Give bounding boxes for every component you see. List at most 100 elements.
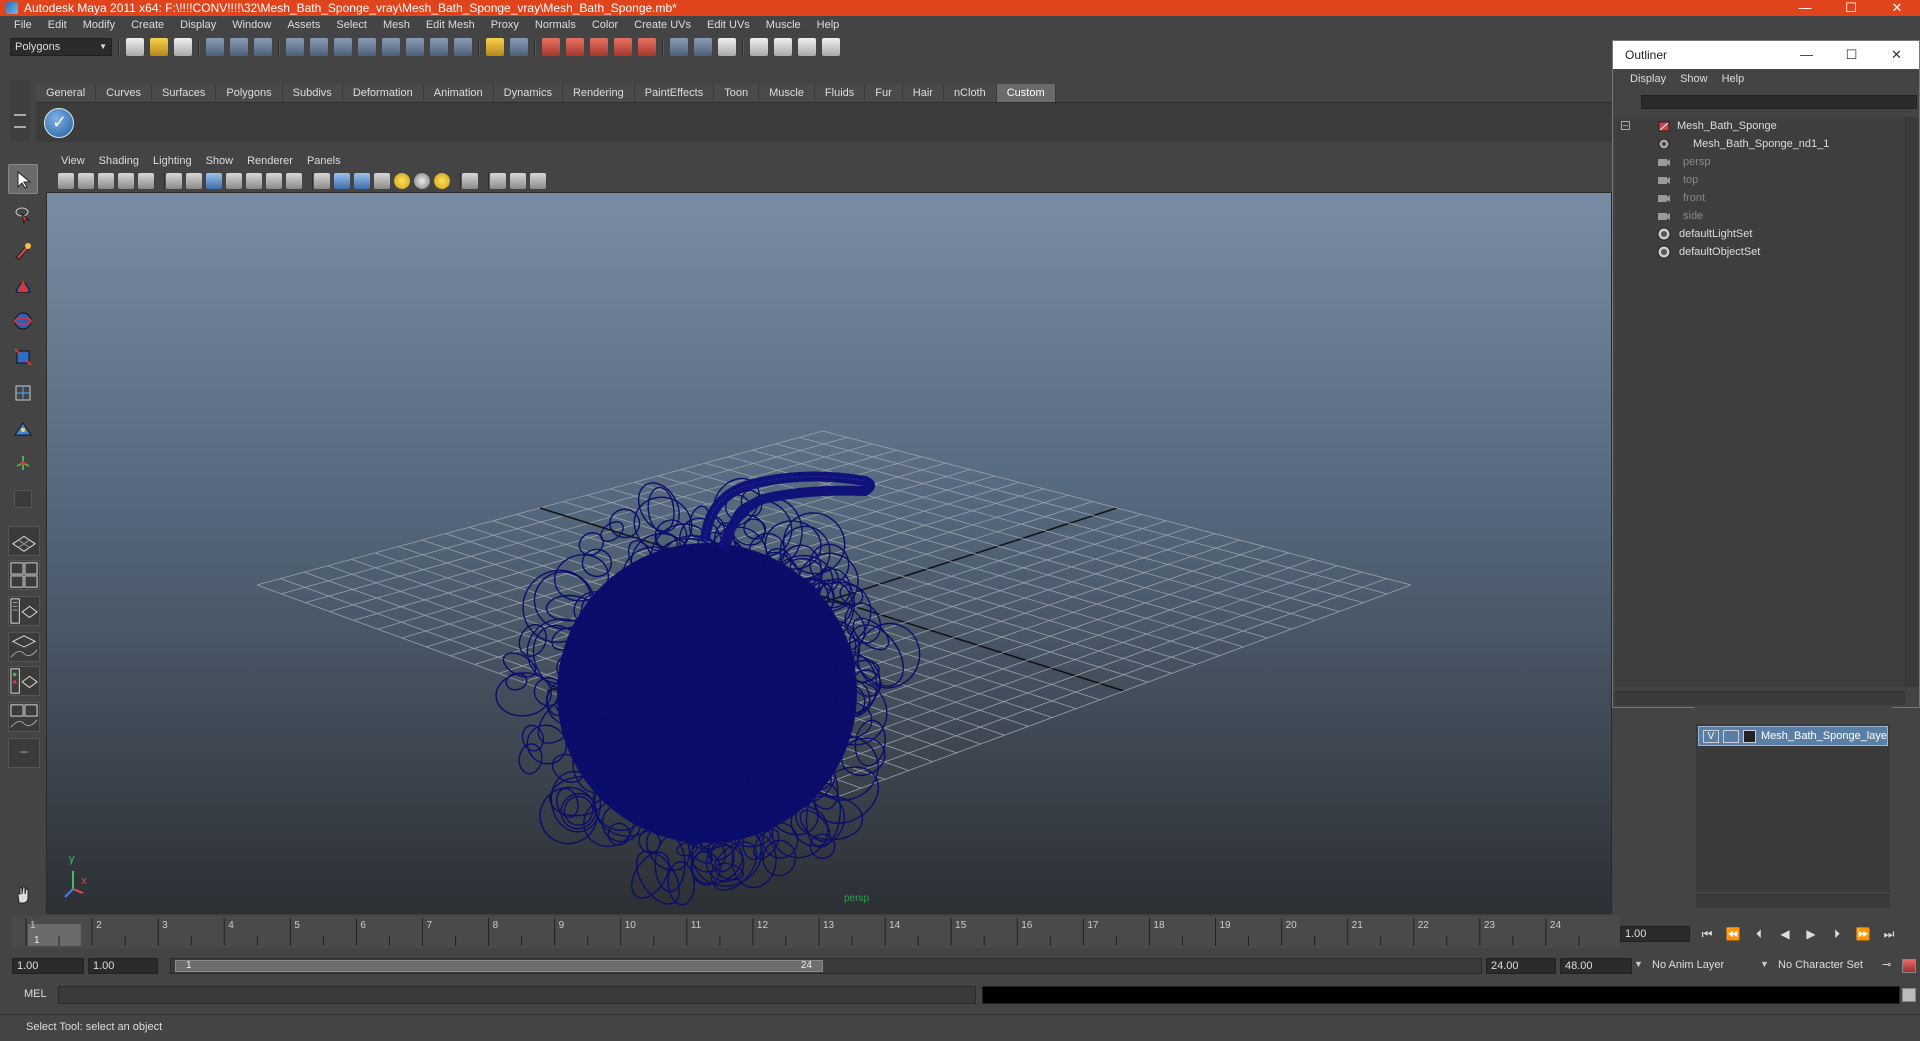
- camera-attributes-icon[interactable]: [58, 173, 74, 189]
- scale-tool[interactable]: [8, 342, 38, 372]
- outliner-item[interactable]: Mesh_Bath_Sponge_nd1_1: [1657, 135, 1829, 153]
- two-d-pan-zoom-icon[interactable]: [118, 173, 134, 189]
- range-bar[interactable]: 1 24: [170, 958, 1482, 974]
- outliner-item[interactable]: top: [1657, 171, 1698, 189]
- playback-end-field[interactable]: 24.00: [1486, 958, 1556, 974]
- shelf-tab-polygons[interactable]: Polygons: [216, 84, 283, 102]
- layout-persp-outliner[interactable]: [8, 596, 40, 626]
- shelf-tab-dynamics[interactable]: Dynamics: [493, 84, 563, 102]
- panel-menu-view[interactable]: View: [54, 155, 92, 167]
- sponge-mesh-wireframe[interactable]: [494, 469, 930, 911]
- anim-layer-selector[interactable]: No Anim Layer: [1648, 958, 1758, 974]
- select-dynamics-icon[interactable]: [406, 38, 424, 56]
- menu-create[interactable]: Create: [123, 16, 172, 34]
- xray-icon[interactable]: [490, 173, 506, 189]
- shelf-tab-curves[interactable]: Curves: [96, 84, 152, 102]
- rotate-tool[interactable]: [8, 306, 38, 336]
- shelf-tab-hair[interactable]: Hair: [902, 84, 944, 102]
- select-handles-icon[interactable]: [286, 38, 304, 56]
- animation-preferences-icon[interactable]: [1902, 959, 1916, 973]
- outliner-menu-display[interactable]: Display: [1623, 73, 1673, 85]
- animation-start-field[interactable]: 1.00: [12, 958, 84, 974]
- step-back-key-button[interactable]: ⏪: [1720, 927, 1746, 941]
- select-component-icon[interactable]: [254, 38, 272, 56]
- lasso-tool[interactable]: [8, 200, 38, 230]
- character-set-selector[interactable]: No Character Set: [1774, 958, 1878, 974]
- outliner-minimize-button[interactable]: —: [1784, 41, 1829, 69]
- outliner-item[interactable]: persp: [1657, 153, 1711, 171]
- layout-single-perspective[interactable]: [8, 526, 40, 556]
- shadows-icon[interactable]: [414, 173, 430, 189]
- menu-modify[interactable]: Modify: [75, 16, 123, 34]
- select-tool[interactable]: [8, 164, 38, 194]
- step-back-frame-button[interactable]: ⏴: [1746, 927, 1772, 942]
- layout-four-view[interactable]: [8, 560, 40, 590]
- shelf-tab-fluids[interactable]: Fluids: [814, 84, 866, 102]
- camera-bookmark-icon[interactable]: [78, 173, 94, 189]
- layout-persp-graph[interactable]: [8, 632, 40, 662]
- outliner-menu-show[interactable]: Show: [1673, 73, 1715, 85]
- render-settings-icon[interactable]: [822, 38, 840, 56]
- select-object-icon[interactable]: [230, 38, 248, 56]
- menu-normals[interactable]: Normals: [527, 16, 584, 34]
- go-to-end-button[interactable]: ⏭: [1876, 927, 1902, 942]
- layer-display-type-toggle[interactable]: [1723, 730, 1739, 743]
- xray-joints-icon[interactable]: [510, 173, 526, 189]
- maximize-button[interactable]: ☐: [1828, 0, 1874, 16]
- textured-icon[interactable]: [374, 173, 390, 189]
- animation-end-field[interactable]: 48.00: [1560, 958, 1632, 974]
- image-plane-icon[interactable]: [98, 173, 114, 189]
- shelf-tab-animation[interactable]: Animation: [423, 84, 494, 102]
- outliner-close-button[interactable]: ✕: [1874, 41, 1919, 69]
- shelf-tab-ncloth[interactable]: nCloth: [943, 84, 997, 102]
- layer-row[interactable]: V Mesh_Bath_Sponge_layer: [1698, 726, 1888, 746]
- gate-mask-icon[interactable]: [226, 173, 242, 189]
- command-language-label[interactable]: MEL: [24, 988, 47, 1000]
- safe-action-icon[interactable]: [266, 173, 282, 189]
- play-forwards-button[interactable]: ▶: [1798, 927, 1824, 941]
- construction-history-icon[interactable]: [718, 38, 736, 56]
- go-to-start-button[interactable]: ⏮: [1694, 927, 1720, 942]
- layout-hypershade[interactable]: [8, 666, 40, 696]
- outliner-maximize-button[interactable]: ☐: [1829, 41, 1874, 69]
- shelf-tab-general[interactable]: General: [36, 84, 97, 102]
- collapse-toggle-icon[interactable]: –: [1621, 121, 1630, 130]
- resolution-gate-icon[interactable]: [206, 173, 222, 189]
- menu-color[interactable]: Color: [584, 16, 626, 34]
- menu-help[interactable]: Help: [809, 16, 848, 34]
- film-gate-icon[interactable]: [186, 173, 202, 189]
- backface-culling-icon[interactable]: [530, 173, 546, 189]
- shelf-tab-surfaces[interactable]: Surfaces: [151, 84, 217, 102]
- shelf-tab-toon[interactable]: Toon: [714, 84, 760, 102]
- soft-modification-tool[interactable]: [8, 414, 38, 444]
- close-button[interactable]: ✕: [1874, 0, 1920, 16]
- outliner-item[interactable]: front: [1657, 189, 1705, 207]
- script-editor-icon[interactable]: [1902, 988, 1916, 1002]
- select-surfaces-icon[interactable]: [358, 38, 376, 56]
- universal-manipulator-tool[interactable]: [8, 378, 38, 408]
- render-frame-icon[interactable]: [774, 38, 792, 56]
- panel-menu-panels[interactable]: Panels: [300, 155, 348, 167]
- isolate-select-icon[interactable]: [462, 173, 478, 189]
- last-tool-used[interactable]: [8, 484, 38, 514]
- outliner-horizontal-scrollbar[interactable]: [1615, 691, 1905, 705]
- safe-title-icon[interactable]: [286, 173, 302, 189]
- menu-edit-mesh[interactable]: Edit Mesh: [418, 16, 483, 34]
- panel-menu-show[interactable]: Show: [199, 155, 241, 167]
- command-input[interactable]: [58, 986, 976, 1004]
- outliner-item[interactable]: side: [1657, 207, 1703, 225]
- panel-menu-lighting[interactable]: Lighting: [146, 155, 199, 167]
- menu-file[interactable]: File: [6, 16, 40, 34]
- snap-point-icon[interactable]: [590, 38, 608, 56]
- make-live-icon[interactable]: [638, 38, 656, 56]
- select-curves-icon[interactable]: [334, 38, 352, 56]
- new-scene-icon[interactable]: [126, 38, 144, 56]
- outliner-item[interactable]: defaultObjectSet: [1657, 243, 1760, 261]
- play-backwards-button[interactable]: ◀: [1772, 927, 1798, 941]
- layer-visibility-toggle[interactable]: V: [1703, 730, 1719, 743]
- range-handle[interactable]: 1 24: [175, 960, 823, 972]
- current-time-field[interactable]: 1.00: [1620, 926, 1690, 942]
- help-line-toggle[interactable]: [8, 880, 38, 910]
- menu-create-uvs[interactable]: Create UVs: [626, 16, 699, 34]
- wireframe-on-shaded-icon[interactable]: [354, 173, 370, 189]
